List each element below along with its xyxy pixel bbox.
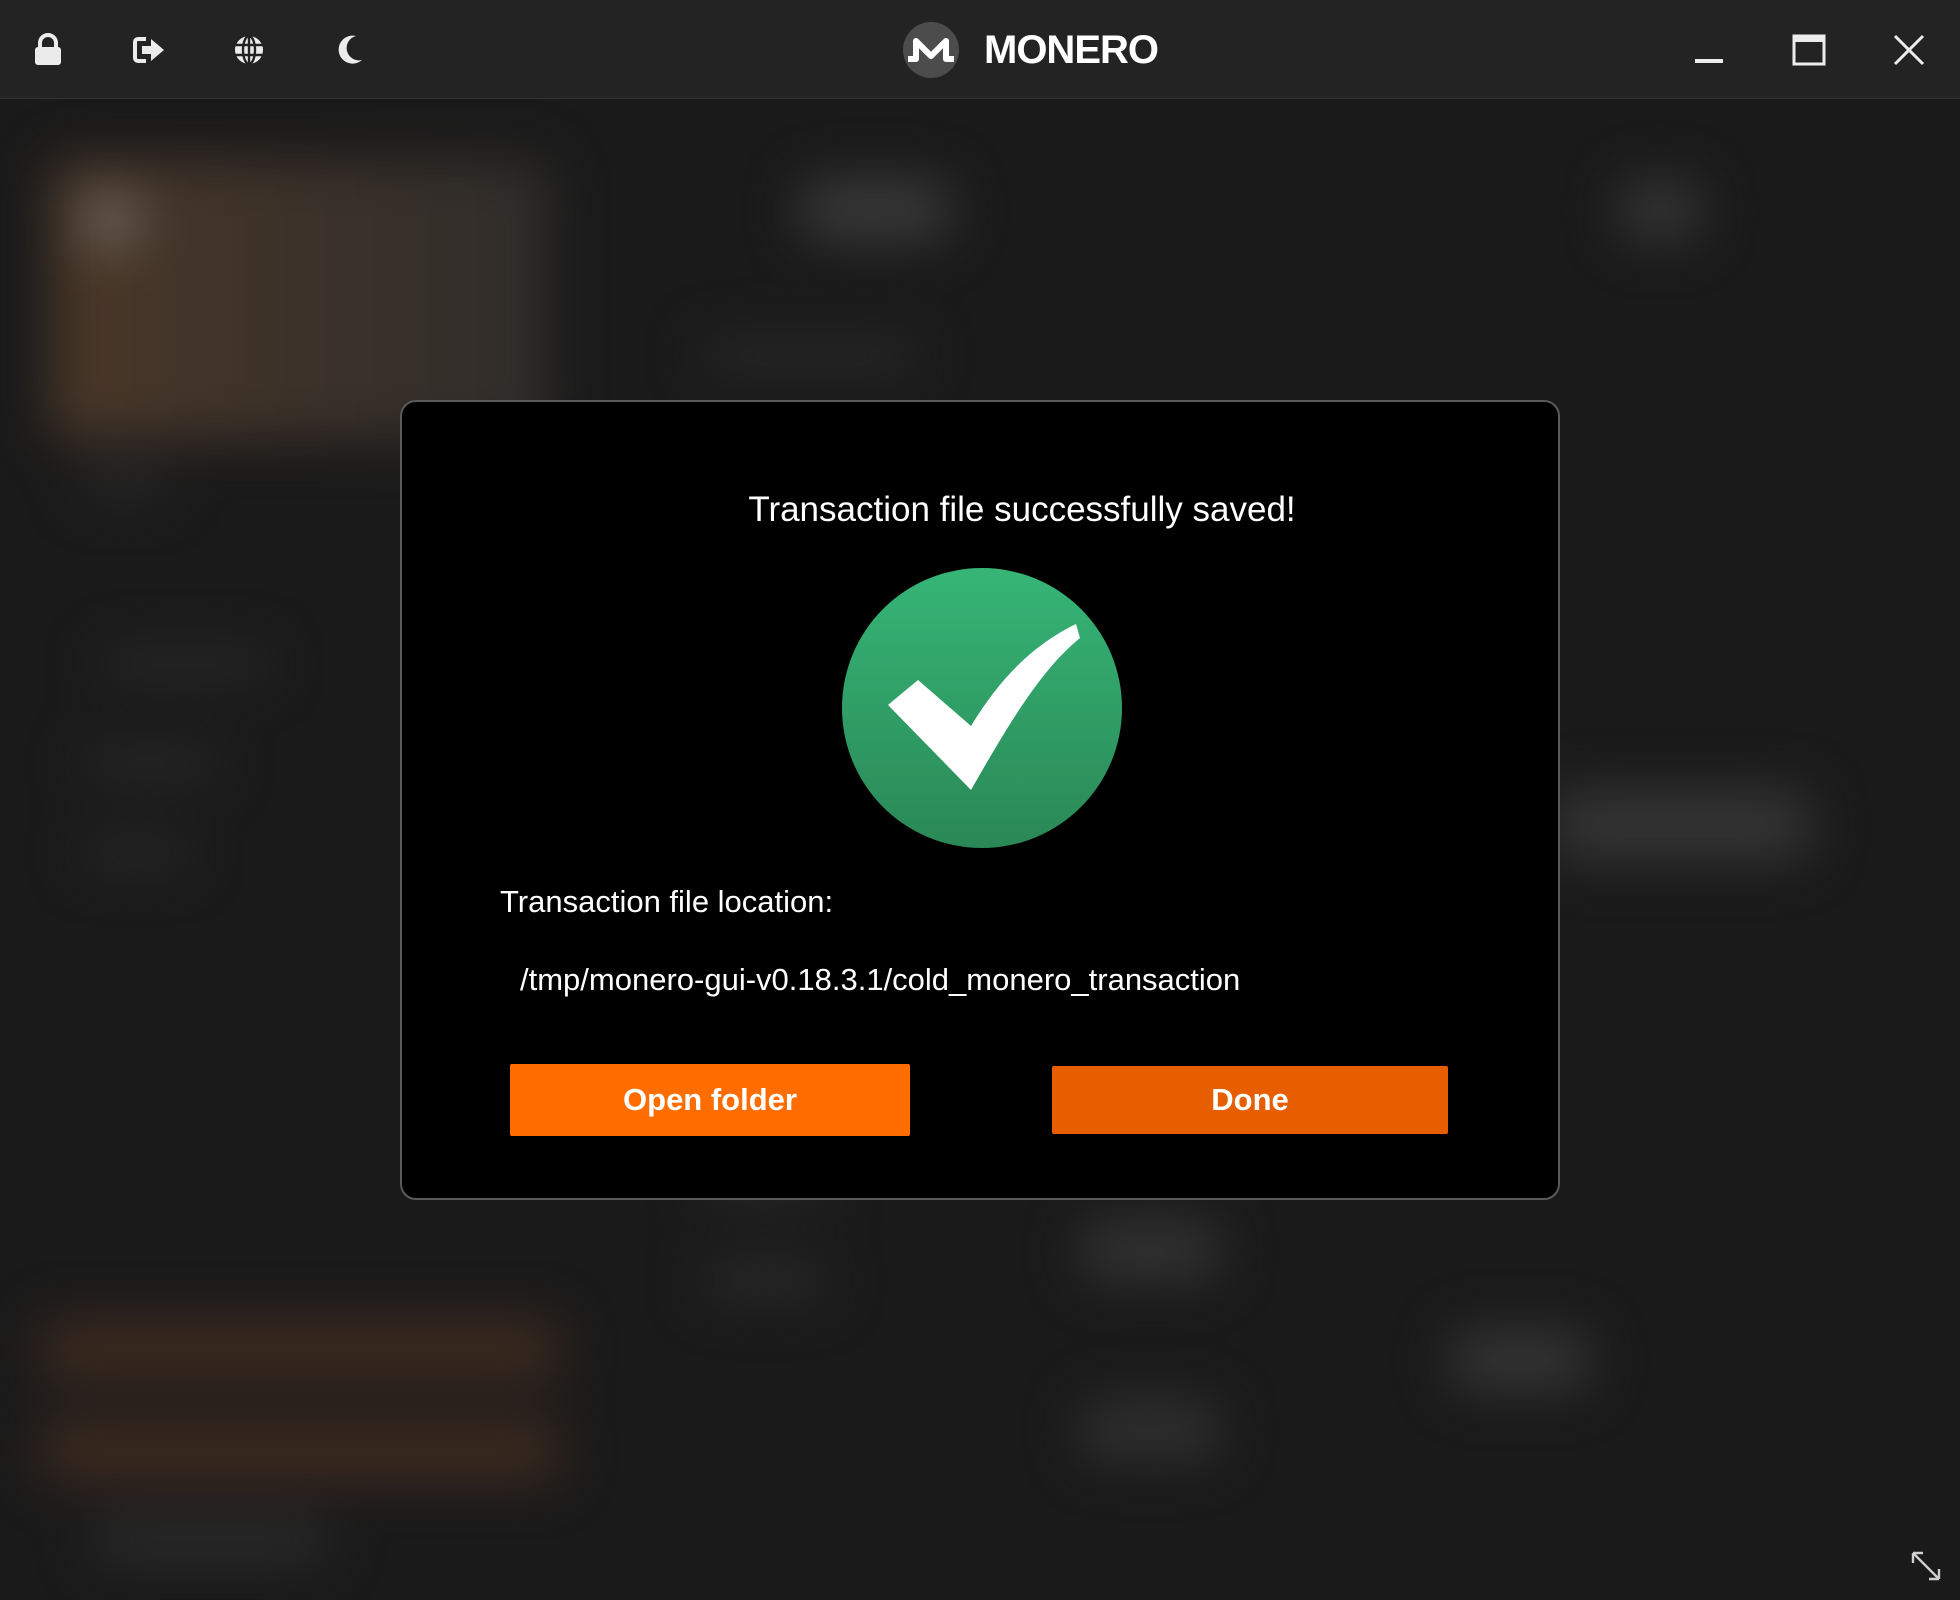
done-button[interactable]: Done — [1052, 1066, 1448, 1134]
open-folder-button[interactable]: Open folder — [510, 1064, 910, 1136]
logout-icon[interactable] — [119, 20, 179, 80]
brand-name: MONERO — [984, 27, 1159, 72]
dialog-title: Transaction file successfully saved! — [748, 490, 1296, 529]
moon-icon[interactable] — [319, 20, 379, 80]
globe-icon[interactable] — [219, 20, 279, 80]
location-path: /tmp/monero-gui-v0.18.3.1/cold_monero_tr… — [520, 962, 1241, 997]
location-label: Transaction file location: — [500, 884, 834, 919]
check-circle-icon — [842, 568, 1122, 848]
monero-logo — [903, 22, 959, 78]
lock-icon[interactable] — [18, 20, 78, 80]
brand: MONERO — [902, 20, 1159, 80]
app-window: MONERO Transaction file successfully sav… — [0, 0, 1960, 1600]
close-icon[interactable] — [1879, 20, 1939, 80]
maximize-icon[interactable] — [1779, 20, 1839, 80]
title-bar[interactable]: MONERO — [0, 0, 1960, 99]
transaction-saved-dialog: Transaction file successfully saved! Tra… — [400, 400, 1560, 1200]
resize-grip-icon[interactable] — [1908, 1548, 1944, 1584]
minimize-icon[interactable] — [1679, 20, 1739, 80]
